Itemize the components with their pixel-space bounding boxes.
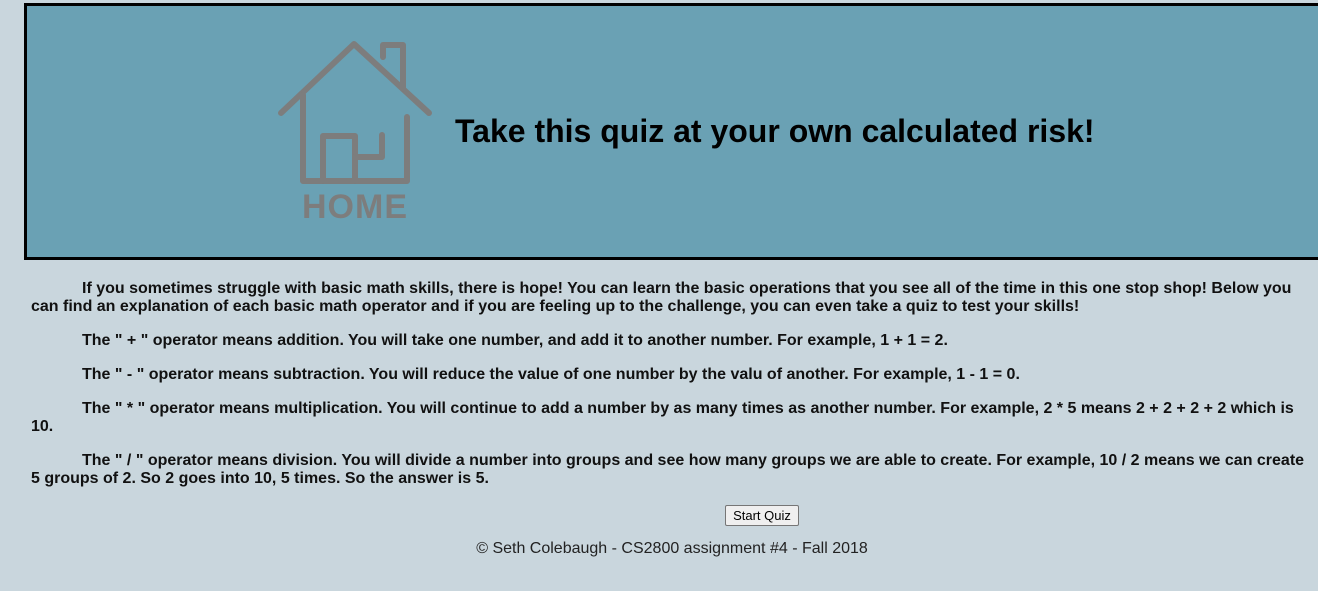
addition-paragraph: The " + " operator means addition. You w…: [82, 332, 948, 349]
home-link[interactable]: HOME: [275, 37, 435, 229]
page-header: HOME Take this quiz at your own calculat…: [24, 3, 1318, 260]
start-quiz-button[interactable]: Start Quiz: [725, 505, 799, 526]
division-paragraph: The " / " operator means division. You w…: [31, 452, 1305, 487]
intro-paragraph: If you sometimes struggle with basic mat…: [31, 280, 1292, 315]
home-icon: [278, 41, 432, 184]
multiplication-paragraph: The " * " operator means multiplication.…: [31, 400, 1294, 435]
home-label: HOME: [302, 188, 408, 226]
main-content: If you sometimes struggle with basic mat…: [31, 280, 1311, 504]
page-title: Take this quiz at your own calculated ri…: [455, 113, 1095, 149]
subtraction-paragraph: The " - " operator means subtraction. Yo…: [82, 366, 1020, 383]
quiz-container: Start Quiz: [0, 505, 1318, 526]
footer: © Seth Colebaugh - CS2800 assignment #4 …: [476, 540, 868, 557]
